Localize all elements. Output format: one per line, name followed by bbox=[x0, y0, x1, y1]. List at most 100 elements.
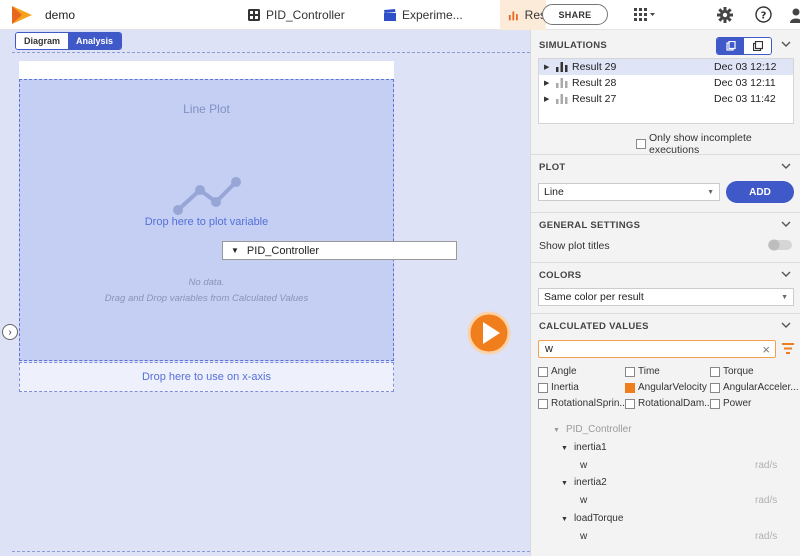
result-date: Dec 03 12:12 bbox=[714, 61, 777, 73]
filter-torque[interactable]: Torque bbox=[710, 366, 754, 377]
show-plot-titles-toggle[interactable] bbox=[768, 239, 792, 251]
result-row[interactable]: ▶ Result 29 Dec 03 12:12 bbox=[539, 59, 793, 75]
diagram-view-button[interactable]: Diagram bbox=[16, 33, 69, 49]
checkbox[interactable] bbox=[710, 366, 720, 377]
filter-time[interactable]: Time bbox=[625, 366, 660, 377]
checkbox[interactable] bbox=[538, 382, 548, 393]
tab-pid-controller[interactable]: PID_Controller bbox=[248, 0, 345, 30]
incomplete-executions-checkbox[interactable]: Only show incomplete executions bbox=[636, 132, 800, 156]
expand-sidebar-button[interactable]: › bbox=[2, 324, 18, 340]
result-row[interactable]: ▶ Result 27 Dec 03 11:42 bbox=[539, 91, 793, 107]
canvas-divider bbox=[12, 52, 530, 53]
checkbox-checked[interactable] bbox=[625, 382, 635, 393]
filter-rotational-spring[interactable]: RotationalSprin... bbox=[538, 398, 628, 409]
help-icon[interactable]: ? bbox=[755, 6, 772, 23]
variable-row[interactable]: w bbox=[580, 495, 587, 506]
tab-pid-controller-label: PID_Controller bbox=[266, 8, 345, 22]
add-plot-button[interactable]: ADD bbox=[726, 181, 794, 203]
app-logo-icon[interactable] bbox=[10, 4, 34, 26]
plot-title: Line Plot bbox=[183, 102, 230, 116]
variable-unit: rad/s bbox=[755, 531, 778, 542]
plot-type-select[interactable]: Line ▼ bbox=[538, 183, 720, 201]
user-avatar-icon[interactable] bbox=[790, 7, 800, 23]
list-view-button[interactable] bbox=[717, 38, 744, 54]
result-bars-icon bbox=[556, 94, 568, 104]
apps-grid-icon[interactable] bbox=[634, 8, 656, 22]
filter-angular-velocity[interactable]: AngularVelocity bbox=[625, 382, 707, 393]
checkbox[interactable] bbox=[538, 398, 548, 409]
result-name: Result 27 bbox=[572, 93, 617, 105]
caret-down-icon: ▼ bbox=[561, 445, 568, 452]
share-button[interactable]: SHARE bbox=[542, 4, 608, 25]
simulations-heading: SIMULATIONS bbox=[539, 39, 608, 51]
gear-icon[interactable] bbox=[717, 7, 733, 23]
result-row[interactable]: ▶ Result 28 Dec 03 12:11 bbox=[539, 75, 793, 91]
simulations-header[interactable]: SIMULATIONS bbox=[531, 32, 800, 58]
tree-node-label: loadTorque bbox=[573, 513, 624, 524]
expand-arrow-icon[interactable]: ▶ bbox=[544, 79, 549, 87]
variable-unit: rad/s bbox=[755, 495, 778, 506]
color-mode-select[interactable]: Same color per result ▼ bbox=[538, 288, 794, 306]
calculated-values-search[interactable]: w × bbox=[538, 340, 776, 358]
checkbox[interactable] bbox=[710, 398, 720, 409]
chevron-down-icon[interactable] bbox=[781, 39, 791, 49]
filter-label: Torque bbox=[723, 366, 754, 377]
filter-icon[interactable] bbox=[782, 343, 794, 354]
checkbox[interactable] bbox=[538, 366, 548, 377]
filter-angular-acceleration[interactable]: AngularAcceler... bbox=[710, 382, 799, 393]
chevron-down-icon[interactable] bbox=[781, 320, 791, 330]
plot-section-header[interactable]: PLOT bbox=[531, 154, 800, 180]
tab-results[interactable]: Res bbox=[500, 0, 546, 30]
copy-icon bbox=[725, 41, 736, 51]
filter-label: Inertia bbox=[551, 382, 579, 393]
filter-rotational-damper[interactable]: RotationalDam... bbox=[625, 398, 712, 409]
chevron-down-icon[interactable] bbox=[781, 219, 791, 229]
filter-angle[interactable]: Angle bbox=[538, 366, 577, 377]
tree-node-load-torque[interactable]: ▼ loadTorque bbox=[561, 513, 623, 524]
variable-row[interactable]: w bbox=[580, 460, 587, 471]
line-plot-drop-zone[interactable]: Line Plot Drop here to plot variable No … bbox=[19, 79, 394, 361]
colors-header[interactable]: COLORS bbox=[531, 262, 800, 288]
run-simulation-button[interactable] bbox=[467, 311, 511, 355]
filter-inertia[interactable]: Inertia bbox=[538, 382, 579, 393]
dragged-variable[interactable]: ▼ PID_Controller bbox=[222, 241, 457, 260]
view-toggle: Diagram Analysis bbox=[15, 32, 123, 50]
filter-label: AngularAcceler... bbox=[723, 382, 799, 393]
app-title[interactable]: demo bbox=[45, 8, 75, 22]
incomplete-executions-label: Only show incomplete executions bbox=[649, 132, 752, 156]
chevron-down-icon[interactable] bbox=[781, 161, 791, 171]
expand-arrow-icon[interactable]: ▶ bbox=[544, 63, 549, 71]
plot-type-value: Line bbox=[544, 186, 564, 198]
filter-label: RotationalDam... bbox=[638, 398, 713, 409]
variable-name: w bbox=[580, 495, 588, 506]
analysis-view-button[interactable]: Analysis bbox=[68, 33, 122, 49]
caret-down-icon: ▼ bbox=[231, 246, 239, 255]
tree-node-inertia2[interactable]: ▼ inertia2 bbox=[561, 477, 607, 488]
dropdown-arrow-icon: ▼ bbox=[781, 293, 788, 301]
filter-label: Angle bbox=[551, 366, 577, 377]
chevron-down-icon[interactable] bbox=[781, 269, 791, 279]
variable-name: w bbox=[580, 531, 588, 542]
caret-down-icon: ▼ bbox=[553, 427, 560, 434]
variable-row[interactable]: w bbox=[580, 531, 587, 542]
stack-icon bbox=[752, 41, 763, 51]
checkbox[interactable] bbox=[625, 398, 635, 409]
result-name: Result 29 bbox=[572, 61, 617, 73]
tree-node-inertia1[interactable]: ▼ inertia1 bbox=[561, 442, 607, 453]
expand-arrow-icon[interactable]: ▶ bbox=[544, 95, 549, 103]
checkbox[interactable] bbox=[710, 382, 720, 393]
filter-label: AngularVelocity bbox=[638, 382, 707, 393]
x-axis-drop-zone[interactable]: Drop here to use on x-axis bbox=[19, 362, 394, 392]
filter-power[interactable]: Power bbox=[710, 398, 751, 409]
calculated-values-header[interactable]: CALCULATED VALUES bbox=[531, 313, 800, 339]
tab-experiment[interactable]: Experime... bbox=[384, 0, 463, 30]
tree-root[interactable]: ▼ PID_Controller bbox=[553, 424, 632, 435]
compare-view-button[interactable] bbox=[744, 38, 771, 54]
general-settings-header[interactable]: GENERAL SETTINGS bbox=[531, 212, 800, 238]
svg-text:?: ? bbox=[761, 11, 767, 22]
checkbox[interactable] bbox=[636, 139, 646, 149]
clear-search-icon[interactable]: × bbox=[762, 342, 770, 357]
checkbox[interactable] bbox=[625, 366, 635, 377]
colors-heading: COLORS bbox=[539, 269, 582, 281]
filter-label: Power bbox=[723, 398, 752, 409]
